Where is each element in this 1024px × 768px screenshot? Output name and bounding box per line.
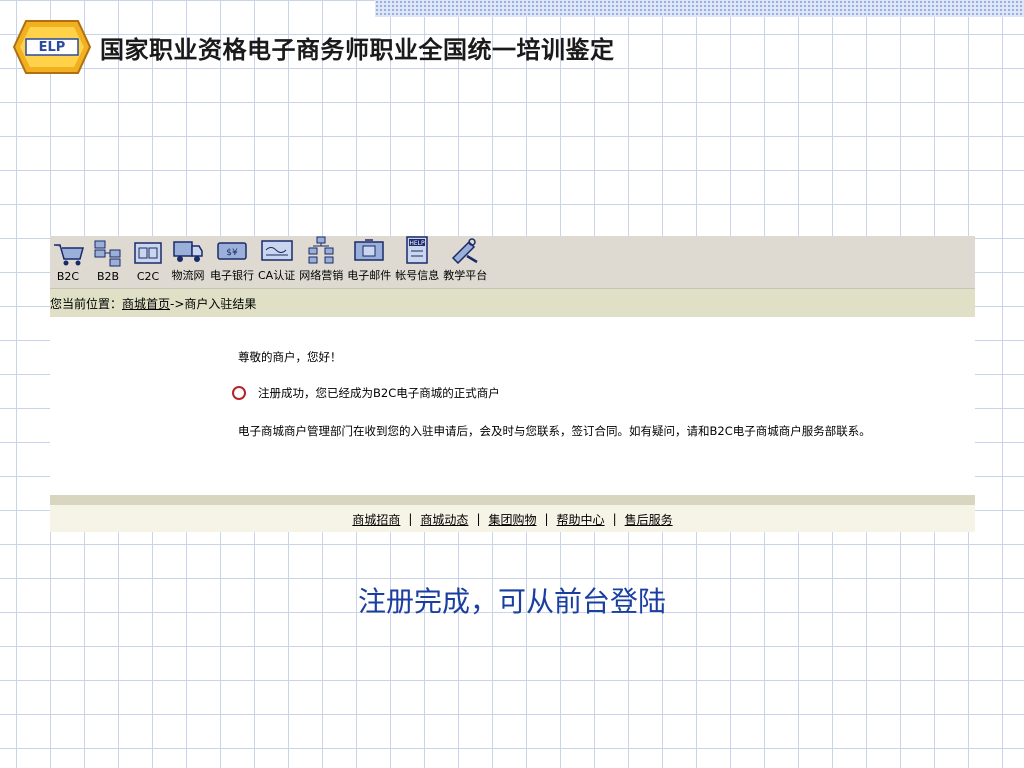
footer-separator: | (544, 512, 549, 526)
svg-text:HELP: HELP (410, 240, 426, 247)
footer-link-mall-news[interactable]: 商城动态 (420, 511, 468, 528)
money-icon: $¥ (217, 242, 247, 260)
toolbar-teaching[interactable]: 教学平台 (443, 236, 487, 288)
toolbar-ca[interactable]: CA认证 (258, 236, 295, 288)
toolbar-label: 网络营销 (299, 269, 344, 282)
toolbar-b2c[interactable]: B2C (50, 239, 86, 288)
notice-text: 电子商城商户管理部门在收到您的入驻申请后，会及时与您联系，签订合同。如有疑问，请… (238, 424, 871, 438)
breadcrumb-home-link[interactable]: 商城首页 (122, 295, 170, 312)
footer-divider (50, 495, 975, 505)
result-content: 尊敬的商户，您好！ 注册成功，您已经成为B2C电子商城的正式商户 电子商城商户管… (50, 317, 975, 495)
c2c-screen-icon (134, 242, 162, 264)
toolbar-label: 教学平台 (443, 269, 488, 282)
status-text: 注册成功，您已经成为B2C电子商城的正式商户 (258, 386, 500, 400)
main-toolbar: B2C B2B C2C 物流网 $¥ 电子银行 CA认证 网络营销 电子邮件 H… (50, 236, 975, 289)
breadcrumb: 您当前位置： 商城首页 ->商户入驻结果 (50, 289, 975, 317)
toolbar-label: CA认证 (258, 269, 296, 282)
toolbar-label: 物流网 (171, 269, 205, 282)
hierarchy-icon (308, 236, 334, 264)
footer-link-help-center[interactable]: 帮助中心 (557, 511, 605, 528)
footer-separator: | (476, 512, 481, 526)
status-circle-icon (232, 386, 246, 400)
toolbar-b2b[interactable]: B2B (90, 239, 126, 288)
toolbar-c2c[interactable]: C2C (130, 239, 166, 288)
certificate-icon (260, 240, 293, 261)
status-line: 注册成功，您已经成为B2C电子商城的正式商户 (232, 385, 500, 401)
tools-icon (452, 238, 478, 264)
truck-icon (173, 241, 203, 262)
toolbar-marketing[interactable]: 网络营销 (299, 236, 343, 288)
footer-link-after-sales[interactable]: 售后服务 (625, 511, 673, 528)
svg-text:ELP: ELP (39, 40, 66, 55)
toolbar-ebank[interactable]: $¥ 电子银行 (210, 236, 254, 288)
toolbar-label: B2B (96, 270, 120, 283)
footer-link-group-buying[interactable]: 集团购物 (488, 511, 536, 528)
toolbar-email[interactable]: 电子邮件 (347, 236, 391, 288)
toolbar-account[interactable]: HELP 帐号信息 (395, 236, 439, 288)
slide-header: ELP 国家职业资格电子商务师职业全国统一培训鉴定 (12, 18, 615, 76)
svg-text:$¥: $¥ (226, 248, 238, 258)
footer-separator: | (612, 512, 617, 526)
toolbar-label: 帐号信息 (395, 269, 440, 282)
elp-logo-icon: ELP (12, 20, 92, 74)
toolbar-label: C2C (136, 270, 160, 283)
footer-nav: 商城招商 | 商城动态 | 集团购物 | 帮助中心 | 售后服务 (50, 505, 975, 532)
network-boxes-icon (94, 240, 121, 267)
toolbar-label: B2C (56, 270, 80, 283)
toolbar-label: 电子邮件 (347, 269, 392, 282)
b2c-mall-page-frame: B2C B2B C2C 物流网 $¥ 电子银行 CA认证 网络营销 电子邮件 H… (50, 236, 975, 532)
help-document-icon: HELP (406, 236, 428, 264)
toolbar-label: 电子银行 (210, 269, 254, 282)
footer-link-merchant-recruit[interactable]: 商城招商 (352, 511, 400, 528)
slide-caption: 注册完成，可从前台登陆 (357, 585, 666, 618)
mail-icon (354, 239, 384, 261)
shopping-cart-icon (54, 244, 84, 266)
greeting-text: 尊敬的商户，您好！ (238, 350, 342, 364)
breadcrumb-current: ->商户入驻结果 (170, 296, 257, 311)
footer-separator: | (408, 512, 413, 526)
decorative-top-stripe (375, 0, 1024, 17)
slide-title: 国家职业资格电子商务师职业全国统一培训鉴定 (100, 35, 615, 64)
toolbar-logistics[interactable]: 物流网 (170, 236, 206, 288)
breadcrumb-prefix: 您当前位置： (50, 296, 123, 311)
